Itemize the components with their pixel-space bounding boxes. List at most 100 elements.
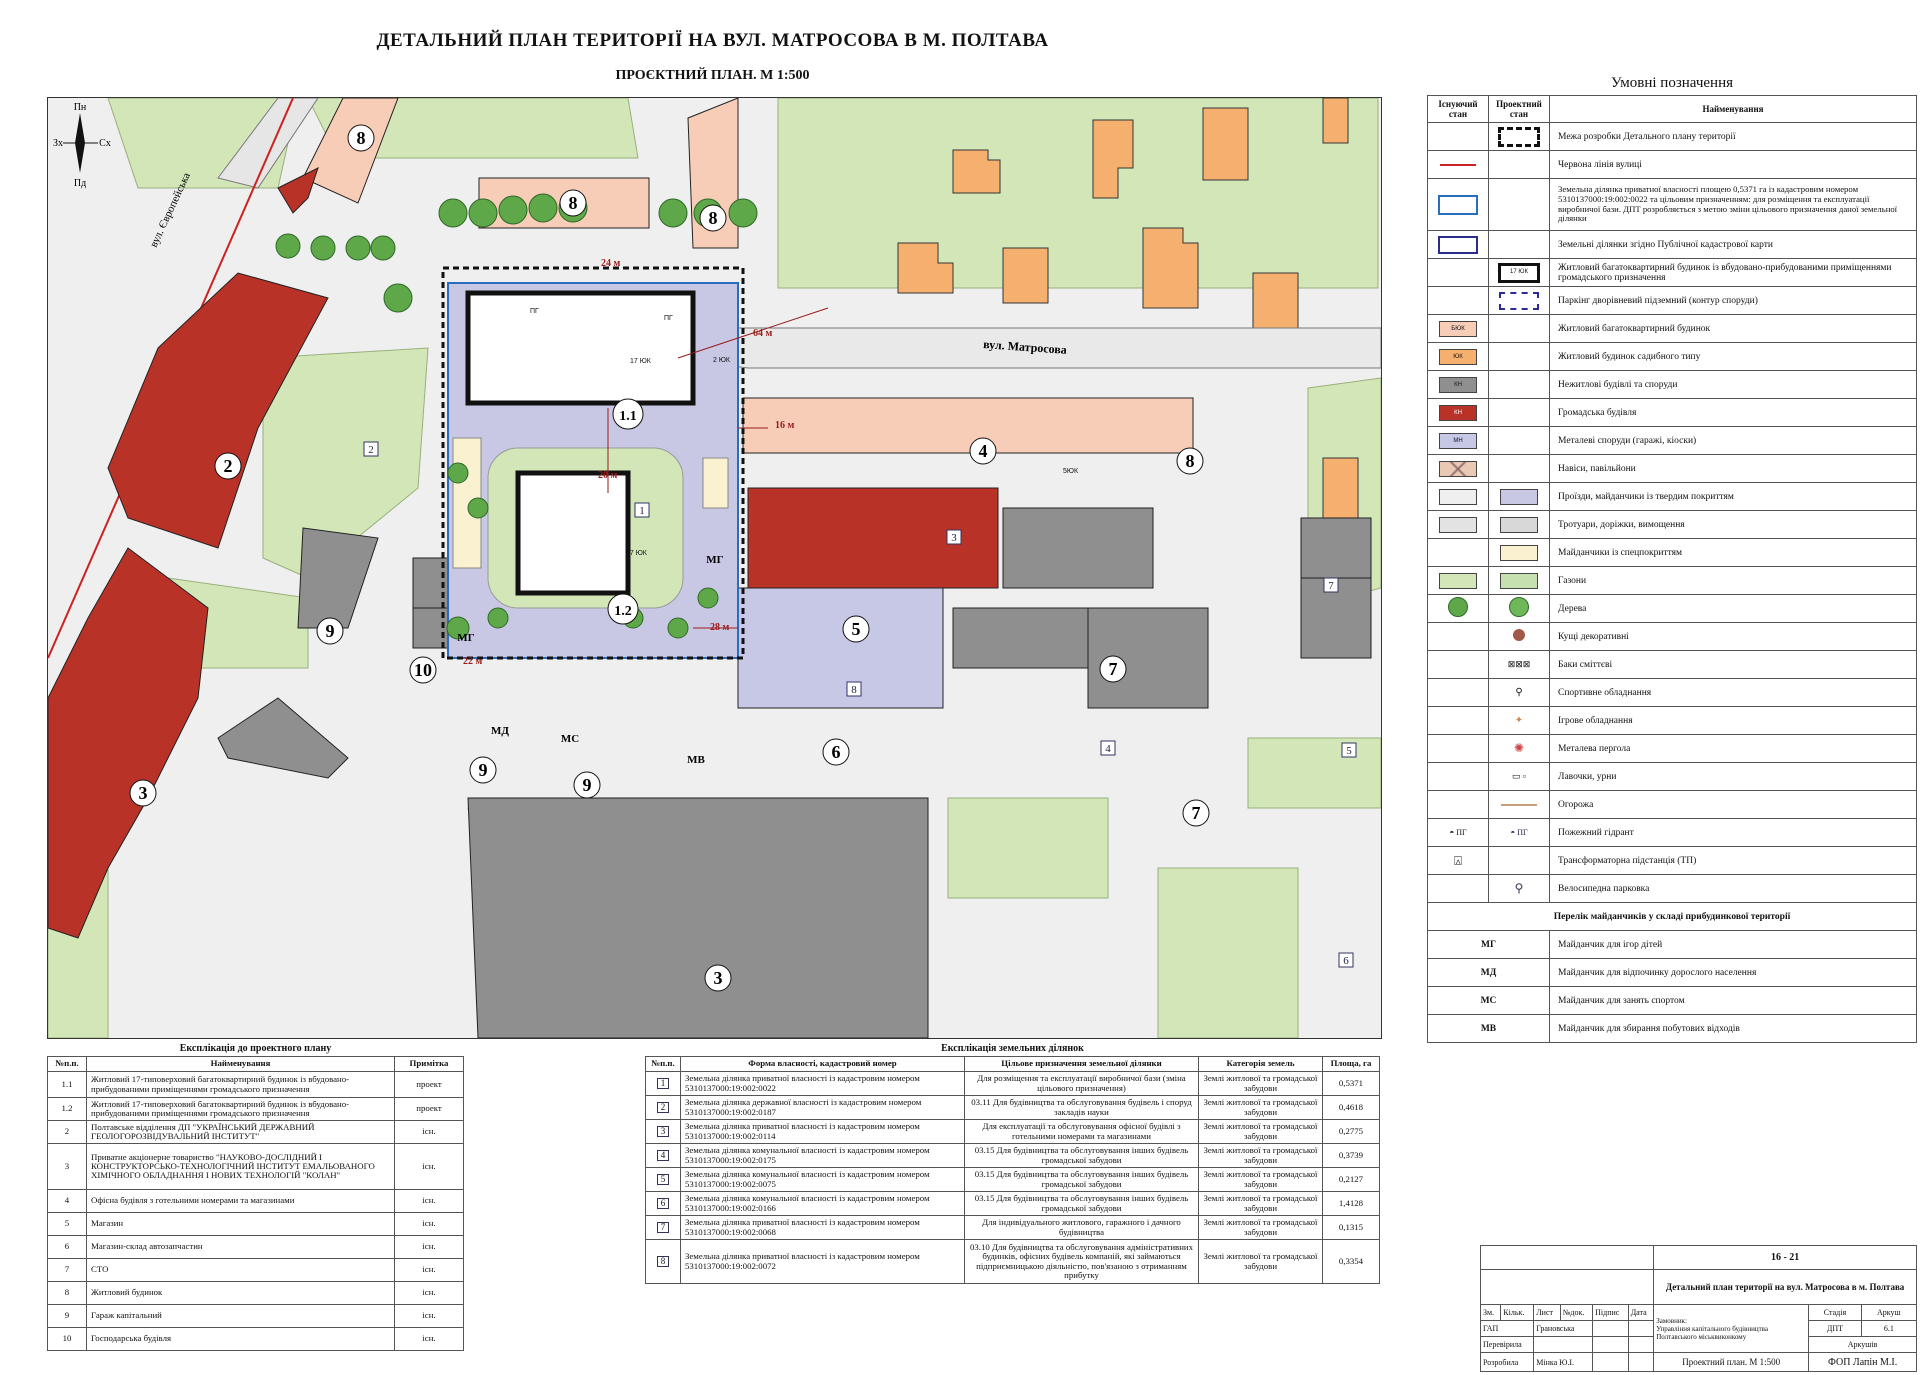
legend-item: Нежитлові будівлі та споруди: [1549, 370, 1917, 399]
marker-1-1: 1.1: [612, 398, 644, 430]
bicycle-parking-icon: ⚲: [1488, 874, 1550, 903]
table-cell: 03.15 Для будівництва та обслуговування …: [964, 1191, 1199, 1216]
legend-item: Лавочки, урни: [1549, 762, 1917, 791]
svg-text:9: 9: [479, 760, 488, 780]
table-cell: 6: [47, 1235, 87, 1259]
page-title: ДЕТАЛЬНИЙ ПЛАН ТЕРИТОРІЇ НА ВУЛ. МАТРОСО…: [376, 30, 1049, 51]
legend-item: Навіси, павільйони: [1549, 454, 1917, 483]
explication-project-plan: Експлікація до проектного плану №п.п. На…: [47, 1043, 464, 1351]
legend-item: Спортивне обладнання: [1549, 678, 1917, 707]
legend-swatch-uk17: 17 ЮК: [1498, 262, 1540, 283]
legend-swatch-gb: КН: [1439, 404, 1477, 421]
stamp-sheet-head: Аркуш: [1860, 1303, 1918, 1322]
expl2-head-area: Площа, га: [1322, 1056, 1380, 1072]
legend-head-existing: Існуючий стан: [1427, 95, 1489, 123]
stamp-dev-name: Мінка Ю.І.: [1533, 1352, 1594, 1372]
table-cell: Землі житлової та громадської забудови: [1198, 1215, 1323, 1240]
marker-9c: 9: [573, 771, 601, 799]
expl2-head-purpose: Цільове призначення земельної ділянки: [964, 1056, 1199, 1072]
svg-text:8: 8: [569, 193, 578, 213]
table-cell: Для індивідуального житлового, гаражного…: [964, 1215, 1199, 1240]
marker-3b: 3: [704, 964, 732, 992]
legend-head-project: Проектний стан: [1488, 95, 1550, 123]
svg-text:8: 8: [357, 128, 366, 148]
table-cell: існ.: [394, 1304, 464, 1328]
stamp-col: Лист: [1533, 1303, 1561, 1322]
marker-2: 2: [214, 452, 242, 480]
table-cell: 0,4618: [1322, 1095, 1380, 1120]
svg-text:7: 7: [1328, 580, 1334, 592]
label-mg-east: МГ: [706, 554, 723, 566]
dim-16m: 16 м: [775, 420, 795, 431]
table-cell: Земельна ділянка приватної власності із …: [680, 1071, 965, 1096]
playground-code: МВ: [1427, 1014, 1550, 1043]
building-6: [737, 587, 944, 709]
legend-item: Паркінг дворівневий підземний (контур сп…: [1549, 286, 1917, 315]
svg-text:5: 5: [1346, 745, 1352, 757]
legend-table: Існуючий стан Проектний стан Найменуванн…: [1427, 95, 1917, 1043]
table-cell: існ.: [394, 1120, 464, 1144]
hydrant-label-existing: ПГ: [1456, 828, 1467, 837]
hydrant-label-project: ПГ: [1517, 828, 1528, 837]
table-cell: Магазин: [86, 1212, 395, 1236]
legend-item: Громадська будівля: [1549, 398, 1917, 427]
marker-8b: 8: [559, 189, 587, 217]
legend-item: Кущі декоративні: [1549, 622, 1917, 651]
label-2uk-1: 2 ЮК: [713, 357, 731, 364]
table-cell: Землі житлової та громадської забудови: [1198, 1167, 1323, 1192]
svg-text:6: 6: [832, 742, 841, 762]
playground-name: Майданчик для занять спортом: [1549, 986, 1917, 1015]
svg-text:4: 4: [979, 441, 988, 461]
table-cell: 5: [47, 1212, 87, 1236]
table-cell: Землі житлової та громадської забудови: [1198, 1095, 1323, 1120]
table-cell: 0,1315: [1322, 1215, 1380, 1240]
table-cell: існ.: [394, 1235, 464, 1259]
fence-icon: [1501, 803, 1537, 806]
legend-item: Житловий багатоквартирний будинок: [1549, 314, 1917, 343]
transformer-icon: ⍓: [1427, 846, 1489, 875]
table-cell: 2: [47, 1120, 87, 1144]
legend-swatch-yk: ЮК: [1439, 348, 1477, 365]
playground-name: Майданчик для збирання побутових відході…: [1549, 1014, 1917, 1043]
table-cell: 8: [47, 1281, 87, 1305]
svg-text:3: 3: [139, 783, 148, 803]
table-cell: проект: [394, 1097, 464, 1121]
playground-name: Майданчик для відпочинку дорослого насел…: [1549, 958, 1917, 987]
parcel-8: 8: [846, 681, 862, 697]
table-cell: 03.15 Для будівництва та обслуговування …: [964, 1167, 1199, 1192]
legend-item: Майданчики із спецпокриттям: [1549, 538, 1917, 567]
table-cell: 0,3739: [1322, 1143, 1380, 1168]
svg-text:9: 9: [326, 621, 335, 641]
legend-item: Баки сміттєві: [1549, 650, 1917, 679]
stamp-stage-head: Стадія: [1808, 1303, 1862, 1322]
play-equipment-icon: ✦: [1488, 706, 1550, 735]
svg-text:3: 3: [951, 532, 957, 544]
stamp-col: Кільк.: [1500, 1303, 1535, 1322]
page-subtitle: ПРОЄКТНИЙ ПЛАН. М 1:500: [615, 68, 810, 83]
marker-5: 5: [842, 615, 870, 643]
table-cell: Житловий 17-типоверховий багатоквартирни…: [86, 1071, 395, 1098]
table-cell: Землі житлової та громадської забудови: [1198, 1071, 1323, 1096]
legend-item: Межа розробки Детального плану території: [1549, 122, 1917, 151]
parcel-3: 3: [946, 529, 962, 545]
playground-mg-east: [702, 457, 729, 509]
legend-item: Металева пергола: [1549, 734, 1917, 763]
legend-item: Житловий багатоквартирний будинок із вбу…: [1549, 258, 1917, 287]
tree-icon: [1448, 597, 1468, 617]
table-cell: Земельна ділянка приватної власності із …: [680, 1215, 965, 1240]
marker-6: 6: [822, 738, 850, 766]
expl2-caption: Експлікація земельних ділянок: [941, 1043, 1084, 1054]
svg-text:5: 5: [852, 619, 861, 639]
parcel-number: 2: [656, 1101, 670, 1114]
playground-code: МД: [1427, 958, 1550, 987]
stamp-sheet-title: Проектний план. М 1:500: [1653, 1352, 1810, 1372]
table-cell: Земельна ділянка приватної власності із …: [680, 1119, 965, 1144]
svg-text:2: 2: [224, 456, 233, 476]
stamp-col: №док.: [1559, 1303, 1594, 1322]
table-cell: 10: [47, 1327, 87, 1351]
playground-code: МС: [1427, 986, 1550, 1015]
table-cell: Землі житлової та громадської забудови: [1198, 1239, 1323, 1284]
table-cell: Для розміщення та експлуатації виробничо…: [964, 1071, 1199, 1096]
table-cell: Землі житлової та громадської забудови: [1198, 1119, 1323, 1144]
label-mg-west: МГ: [457, 632, 474, 644]
